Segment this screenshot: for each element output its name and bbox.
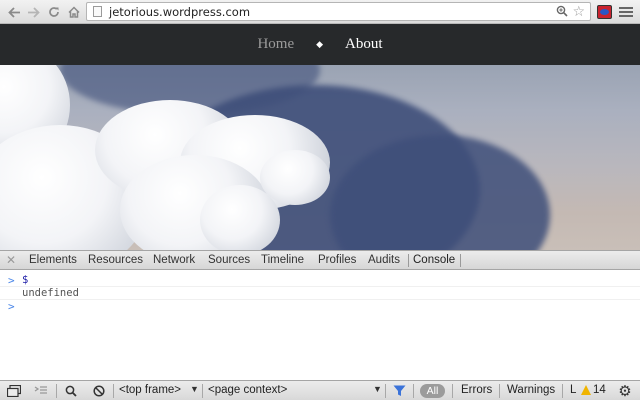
tab-timeline[interactable]: Timeline — [261, 254, 304, 266]
status-divider — [56, 384, 57, 398]
arrow-left-icon — [7, 6, 20, 18]
nav-separator-icon: ◆ — [316, 39, 324, 49]
frame-select[interactable]: <top frame> — [119, 384, 181, 396]
console-line: undefined — [0, 287, 640, 300]
filter-all-button[interactable]: All — [420, 384, 445, 398]
browser-toolbar: jetorious.wordpress.com ☆ — [0, 0, 640, 24]
tab-profiles[interactable]: Profiles — [318, 254, 356, 266]
gear-icon[interactable]: ⚙ — [616, 383, 634, 400]
prompt-icon: > — [8, 274, 15, 287]
status-divider — [413, 384, 414, 398]
star-icon[interactable]: ☆ — [572, 3, 585, 20]
site-navigation: Home ◆ About — [0, 24, 640, 65]
tab-divider — [460, 254, 461, 267]
filter-icon[interactable] — [391, 384, 407, 398]
status-divider — [499, 384, 500, 398]
arrow-right-icon — [27, 6, 40, 18]
extension-icon[interactable] — [597, 5, 612, 19]
drawer-toggle-icon[interactable] — [33, 384, 49, 398]
nav-link-home[interactable]: Home — [257, 36, 294, 53]
status-divider — [202, 384, 203, 398]
nav-link-about[interactable]: About — [345, 36, 383, 53]
console-output-text: undefined — [22, 287, 79, 299]
context-select[interactable]: <page context> — [208, 384, 287, 396]
console-line: > $ — [0, 274, 640, 287]
site-header: Home ◆ About — [0, 24, 640, 65]
clear-console-icon[interactable] — [91, 384, 107, 398]
tab-resources[interactable]: Resources — [88, 254, 143, 266]
close-icon[interactable]: ✕ — [6, 253, 16, 267]
reload-button[interactable] — [46, 3, 62, 21]
tab-console[interactable]: Console — [413, 254, 455, 266]
back-button[interactable] — [6, 3, 22, 21]
prompt-icon: > — [8, 300, 15, 313]
warning-icon[interactable] — [581, 385, 591, 395]
url-text: jetorious.wordpress.com — [109, 5, 251, 19]
status-divider — [385, 384, 386, 398]
home-icon — [68, 6, 80, 18]
page-icon — [93, 6, 102, 17]
status-divider — [562, 384, 563, 398]
zoom-icon[interactable] — [556, 5, 568, 20]
chevron-down-icon: ▼ — [373, 384, 382, 394]
tab-divider — [408, 254, 409, 267]
tab-elements[interactable]: Elements — [29, 254, 77, 266]
forward-button[interactable] — [25, 3, 41, 21]
menu-icon[interactable] — [619, 5, 633, 19]
console-prompt-line[interactable]: > — [0, 300, 640, 313]
console-panel[interactable]: > $ undefined > — [0, 270, 640, 380]
tab-sources[interactable]: Sources — [208, 254, 250, 266]
filter-warnings-button[interactable]: Warnings — [507, 384, 555, 396]
reload-icon — [49, 7, 59, 17]
devtools-tab-bar: ✕ Elements Resources Network Sources Tim… — [0, 250, 640, 270]
address-bar[interactable]: jetorious.wordpress.com ☆ — [86, 2, 591, 21]
status-divider — [452, 384, 453, 398]
status-divider — [113, 384, 114, 398]
hero-image — [0, 65, 640, 250]
tab-audits[interactable]: Audits — [368, 254, 400, 266]
filter-logs-button[interactable]: L — [570, 384, 576, 396]
home-button[interactable] — [66, 3, 82, 21]
search-icon[interactable] — [63, 384, 79, 398]
filter-errors-button[interactable]: Errors — [461, 384, 492, 396]
dock-icon[interactable] — [6, 384, 22, 398]
warning-count: 14 — [593, 384, 606, 396]
chevron-down-icon: ▼ — [190, 384, 199, 394]
console-input-text: $ — [22, 274, 29, 286]
tab-network[interactable]: Network — [153, 254, 195, 266]
devtools-status-bar: <top frame> ▼ <page context> ▼ All Error… — [0, 380, 640, 400]
